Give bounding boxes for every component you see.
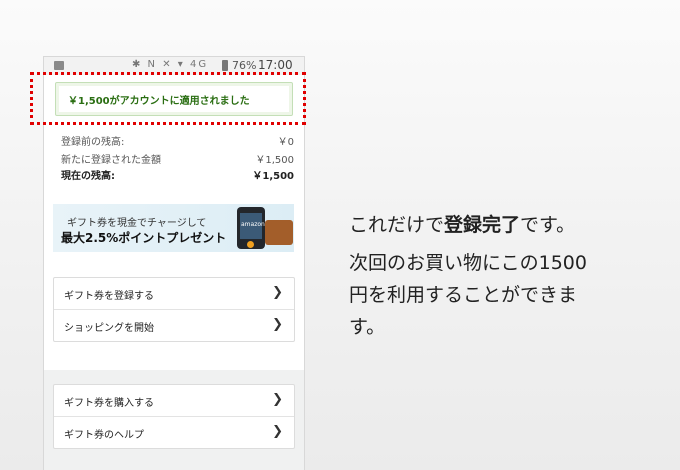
register-gift-card-row[interactable]: ギフト券を登録する ❯ <box>54 278 294 310</box>
charge-promo-banner[interactable]: ギフト券を現金でチャージして 最大2.5%ポイントプレゼント amazon <box>53 204 294 252</box>
status-time: 17:00 <box>258 58 293 72</box>
balance-before-value: ￥0 <box>277 137 294 148</box>
chevron-right-icon: ❯ <box>272 424 283 439</box>
gift-card-help-label: ギフト券のヘルプ <box>64 430 144 441</box>
chevron-right-icon: ❯ <box>272 285 283 300</box>
balance-current-label: 現在の残高: <box>61 171 115 182</box>
explanation-line3: 円を利用することができま <box>349 284 578 306</box>
chevron-right-icon: ❯ <box>272 392 283 407</box>
balance-before-label: 登録前の残高: <box>61 137 125 148</box>
chevron-right-icon: ❯ <box>272 317 283 332</box>
status-icons: ✱ N ✕ ▾ 4G <box>132 59 209 70</box>
gift-card-actions: ギフト券を登録する ❯ ショッピングを開始 ❯ <box>53 277 295 342</box>
phone-card-icon: amazon <box>237 207 265 249</box>
success-message: ￥1,500がアカウントに適用されました <box>68 96 250 107</box>
success-alert: ￥1,500がアカウントに適用されました <box>55 82 293 116</box>
explanation-line1: これだけで登録完了です。 <box>349 214 576 236</box>
gallery-icon <box>54 61 64 70</box>
start-shopping-row[interactable]: ショッピングを開始 ❯ <box>54 310 294 341</box>
balance-current-value: ￥1,500 <box>252 171 294 182</box>
register-gift-card-label: ギフト券を登録する <box>64 291 154 302</box>
phone-screen: ✱ N ✕ ▾ 4G 76% 17:00 ￥1,500がアカウントに適用されまし… <box>44 57 304 470</box>
card-brand: amazon <box>241 221 265 228</box>
gift-card-help-row[interactable]: ギフト券のヘルプ ❯ <box>54 417 294 448</box>
gift-card-links: ギフト券を購入する ❯ ギフト券のヘルプ ❯ <box>53 384 295 449</box>
buy-gift-card-label: ギフト券を購入する <box>64 398 154 409</box>
buy-gift-card-row[interactable]: ギフト券を購入する ❯ <box>54 385 294 417</box>
start-shopping-label: ショッピングを開始 <box>64 323 154 334</box>
banner-line2: 最大2.5%ポイントプレゼント <box>61 231 227 245</box>
balance-added-value: ￥1,500 <box>255 155 294 166</box>
status-bar: ✱ N ✕ ▾ 4G 76% 17:00 <box>44 57 304 75</box>
battery-level: 76% <box>232 59 257 72</box>
banner-line1: ギフト券を現金でチャージして <box>67 218 207 229</box>
balance-added-label: 新たに登録された金額 <box>61 155 161 166</box>
wallet-icon <box>265 220 293 245</box>
battery-icon <box>222 60 228 71</box>
explanation-line2: 次回のお買い物にこの1500 <box>349 252 587 274</box>
explanation-line4: す。 <box>349 316 386 338</box>
gift-card-info-section: ギフト券を購入する ❯ ギフト券のヘルプ ❯ <box>44 370 304 470</box>
